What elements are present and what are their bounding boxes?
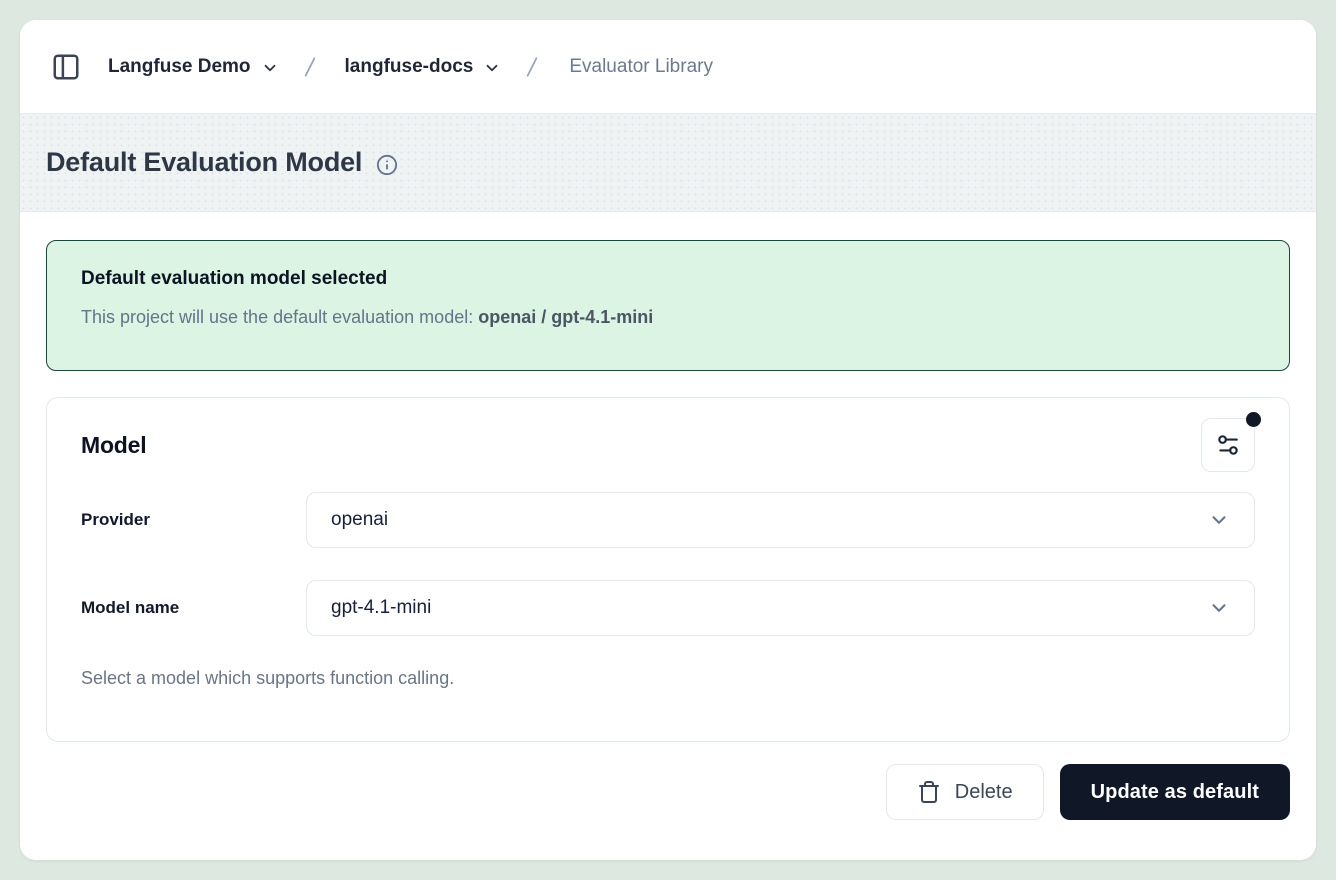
advanced-settings-wrap [1201,418,1255,472]
chevron-down-icon [483,59,501,77]
action-bar: Delete Update as default [46,764,1290,820]
banner-body: This project will use the default evalua… [81,307,1255,328]
sliders-icon [1215,432,1241,458]
success-banner: Default evaluation model selected This p… [46,240,1290,371]
model-helper-text: Select a model which supports function c… [81,668,1255,689]
breadcrumb-page[interactable]: Evaluator Library [569,56,713,78]
model-name-select[interactable]: gpt-4.1-mini [306,580,1255,636]
breadcrumb-org-label: Langfuse Demo [108,56,251,78]
model-card-title: Model [81,432,146,459]
chevron-down-icon [1208,597,1230,619]
provider-label: Provider [81,510,306,530]
model-name-selected-value: gpt-4.1-mini [331,597,431,619]
update-button-label: Update as default [1091,781,1259,803]
banner-model-value: openai / gpt-4.1-mini [478,307,653,327]
model-card-header: Model [81,418,1255,472]
sidebar-toggle-button[interactable] [46,47,86,87]
panel-left-icon [51,52,81,82]
banner-title: Default evaluation model selected [81,268,1255,290]
delete-button[interactable]: Delete [886,764,1044,820]
app-window: Langfuse Demo langfuse-docs Evaluator Li… [20,20,1316,860]
chevron-down-icon [261,59,279,77]
banner-body-text: This project will use the default evalua… [81,307,478,327]
provider-selected-value: openai [331,509,388,531]
model-card: Model Provider [46,397,1290,742]
trash-icon [917,780,941,804]
breadcrumb-bar: Langfuse Demo langfuse-docs Evaluator Li… [20,20,1316,114]
breadcrumb-org[interactable]: Langfuse Demo [100,50,287,84]
slash-icon [297,54,323,80]
page-background: Langfuse Demo langfuse-docs Evaluator Li… [0,0,1336,880]
update-as-default-button[interactable]: Update as default [1060,764,1290,820]
breadcrumb-project-label: langfuse-docs [345,56,474,78]
content-area: Default evaluation model selected This p… [20,212,1316,860]
slash-icon [519,54,545,80]
delete-button-label: Delete [955,781,1013,804]
page-title: Default Evaluation Model [46,147,362,178]
chevron-down-icon [1208,509,1230,531]
provider-field-row: Provider openai [81,492,1255,548]
info-icon [376,154,398,176]
page-header: Default Evaluation Model [20,114,1316,212]
model-name-field-row: Model name gpt-4.1-mini [81,580,1255,636]
model-name-label: Model name [81,598,306,618]
advanced-model-settings-button[interactable] [1201,418,1255,472]
info-button[interactable] [376,154,398,176]
settings-notification-dot [1246,412,1261,427]
breadcrumb-project[interactable]: langfuse-docs [337,50,510,84]
provider-select[interactable]: openai [306,492,1255,548]
